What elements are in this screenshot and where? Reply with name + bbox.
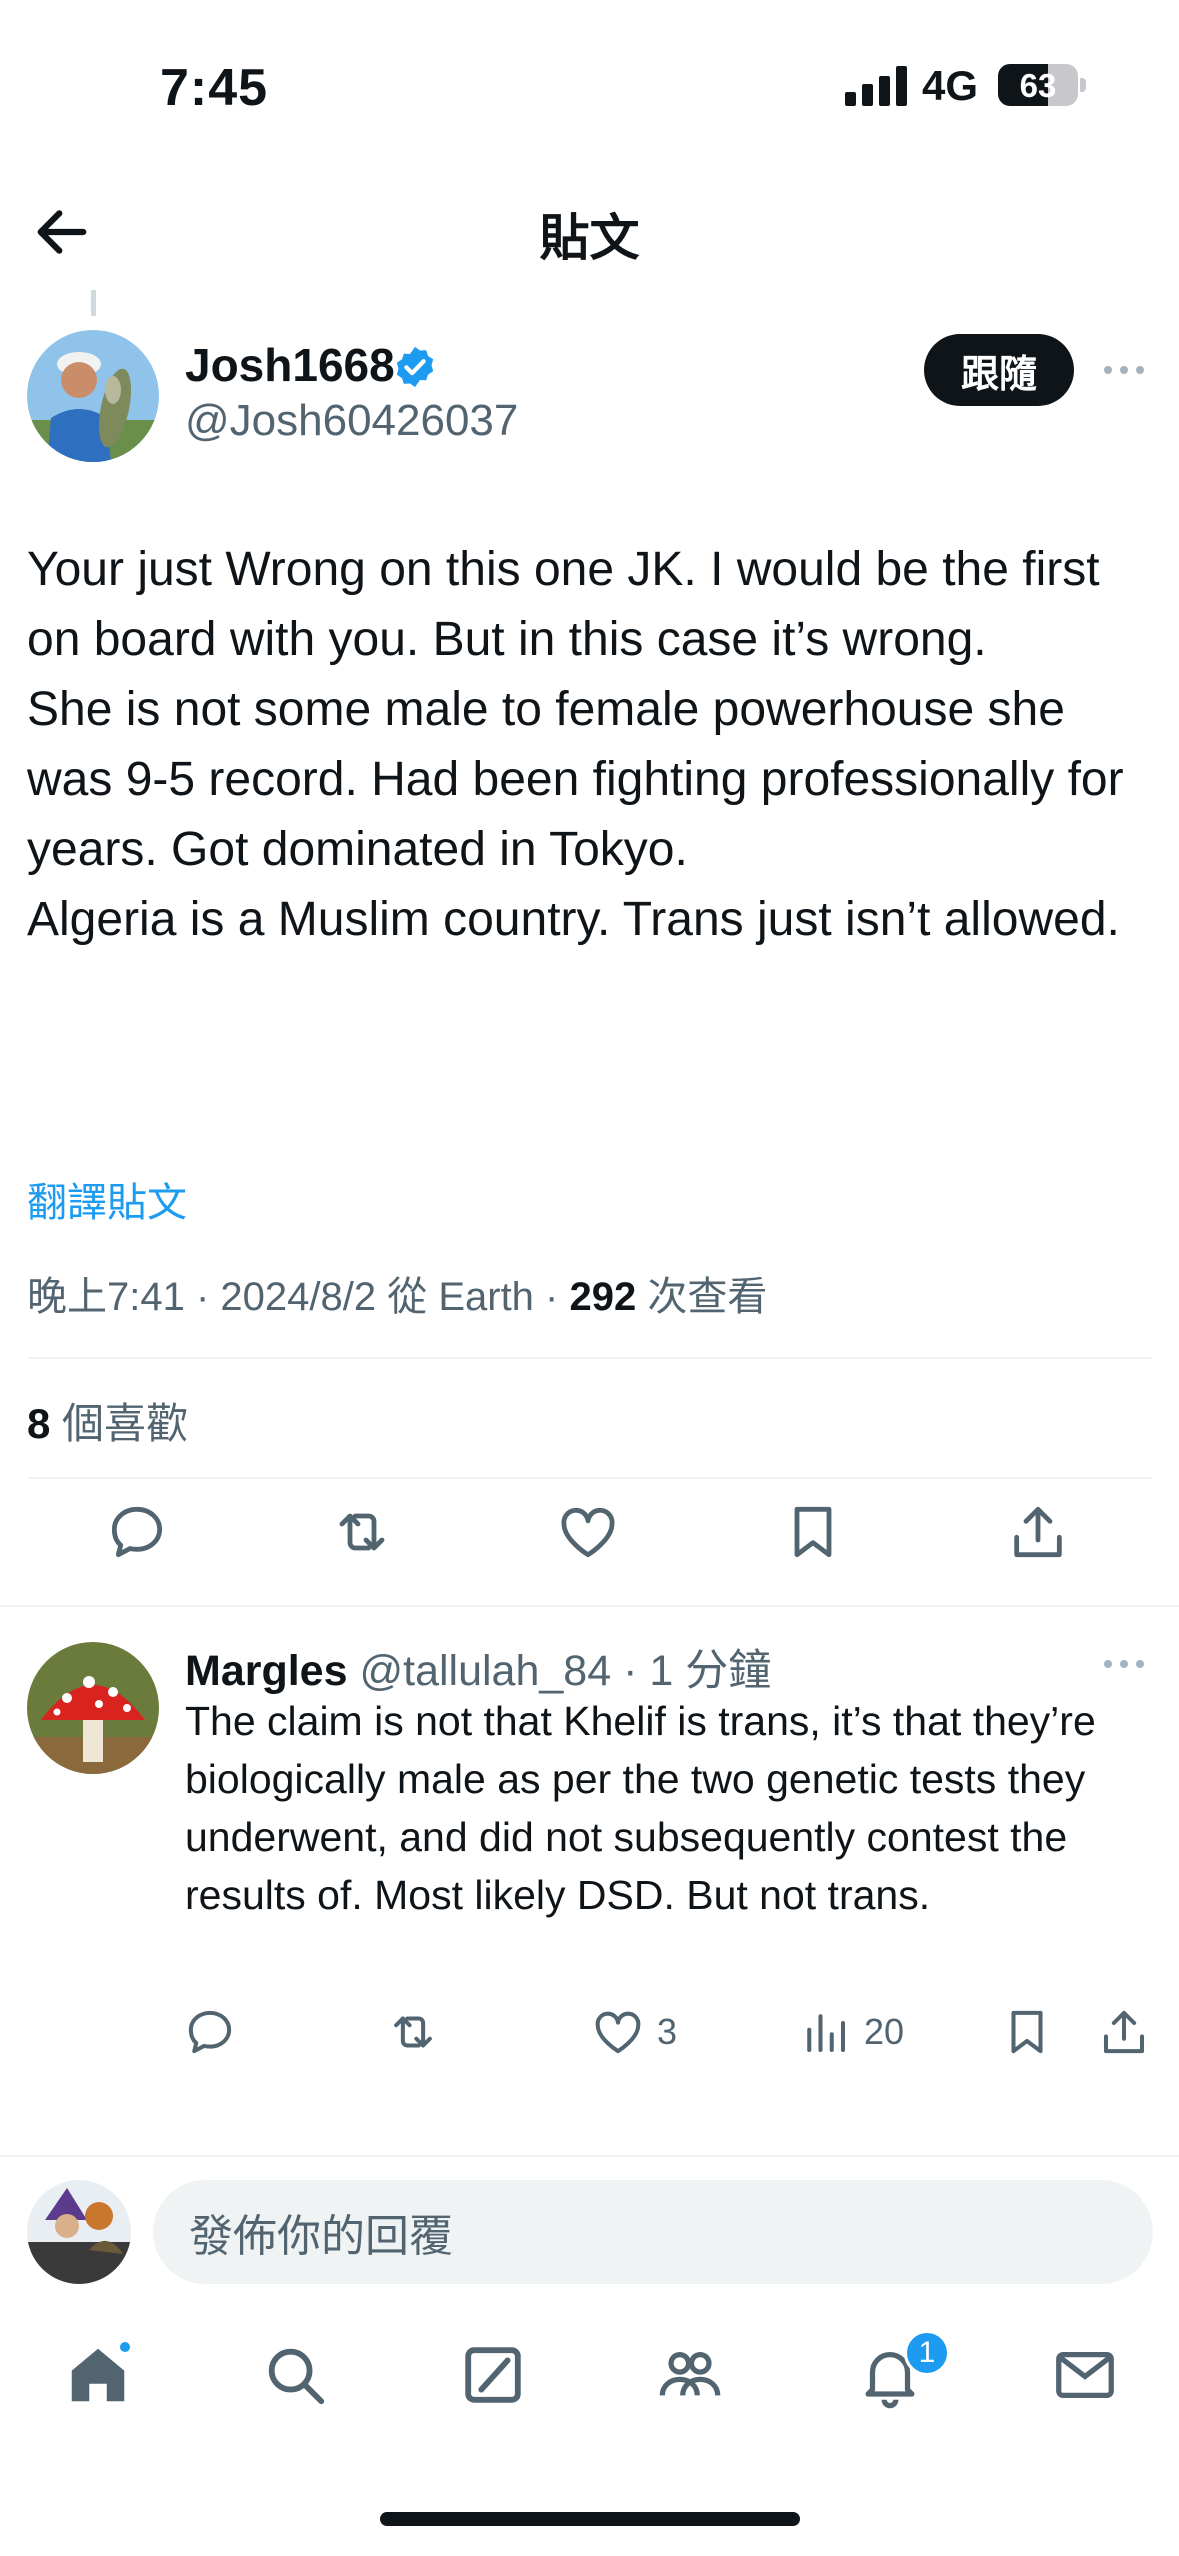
translate-post-link[interactable]: 翻譯貼文	[27, 1170, 187, 1228]
share-icon[interactable]	[1006, 1500, 1070, 1564]
bookmark-icon[interactable]	[781, 1500, 845, 1564]
like-icon	[595, 2011, 641, 2054]
battery-nub	[1080, 78, 1086, 92]
reply-author-handle[interactable]: @tallulah_84	[359, 1647, 611, 1695]
share-icon	[1103, 2010, 1145, 2054]
reply-avatar[interactable]	[27, 1642, 159, 1774]
page-title: 貼文	[539, 210, 640, 266]
reply-views-button[interactable]: 20	[798, 2004, 904, 2060]
page-header: 貼文	[0, 170, 1179, 290]
post-timestamp-source: 晚上7:41 · 2024/8/2 從 Earth ·	[27, 1275, 570, 1319]
divider	[27, 1357, 1152, 1359]
repost-icon	[394, 2016, 432, 2048]
grok-icon[interactable]	[458, 2340, 528, 2410]
battery-level: 63	[1019, 67, 1057, 104]
search-icon[interactable]	[260, 2340, 330, 2410]
reply-icon	[188, 2010, 232, 2054]
views-label: 次查看	[636, 1275, 768, 1319]
post-text: Your just Wrong on this one JK. I would …	[27, 543, 1124, 946]
divider	[27, 1477, 1152, 1479]
reply-like-button[interactable]: 3	[591, 2004, 677, 2060]
reply-header: Margles @tallulah_84 · 1 分鐘	[185, 1636, 771, 1698]
battery-icon: 63	[998, 64, 1078, 106]
divider	[0, 1605, 1179, 1607]
author-avatar[interactable]	[27, 330, 159, 462]
views-chart-icon	[807, 2014, 846, 2053]
reply-actions: 3 20	[0, 2004, 1179, 2064]
post-meta: 晚上7:41 · 2024/8/2 從 Earth · 292 次查看	[27, 1264, 767, 1322]
likes-count: 8	[27, 1400, 51, 1447]
status-bar: 7:45 4G 63	[0, 0, 1179, 170]
home-unread-dot	[117, 2339, 133, 2355]
author-handle[interactable]: @Josh60426037	[185, 396, 518, 446]
messages-mail-icon[interactable]	[1050, 2340, 1120, 2410]
reply-text: The claim is not that Khelif is trans, i…	[185, 1698, 1096, 1918]
reply-repost-button[interactable]	[386, 2004, 440, 2060]
bottom-tab-bar	[0, 2330, 1179, 2450]
reply-bookmark-button[interactable]	[1000, 2004, 1054, 2060]
reply-time: · 1 分鐘	[611, 1647, 772, 1695]
reply-reply-button[interactable]	[183, 2004, 237, 2060]
author-name[interactable]: Josh1668	[185, 338, 395, 392]
reply-share-button[interactable]	[1097, 2004, 1151, 2060]
reply-input[interactable]: 發佈你的回覆	[153, 2180, 1153, 2284]
communities-icon[interactable]	[655, 2340, 725, 2410]
reply-like-count: 3	[657, 2011, 678, 2052]
views-count: 292	[569, 1275, 637, 1319]
like-icon[interactable]	[556, 1500, 620, 1564]
reply-author-name[interactable]: Margles	[185, 1647, 348, 1695]
reply-views-count: 20	[864, 2011, 905, 2052]
more-options-icon[interactable]	[1100, 1644, 1148, 1684]
likes-label: 個喜歡	[50, 1400, 189, 1447]
follow-button[interactable]: 跟隨	[924, 334, 1074, 406]
reply-icon[interactable]	[105, 1500, 169, 1564]
repost-icon[interactable]	[330, 1500, 394, 1564]
signal-icon	[845, 66, 909, 106]
more-options-icon[interactable]	[1100, 350, 1148, 390]
verified-badge-icon	[396, 346, 434, 388]
thread-connector	[91, 290, 96, 316]
network-type: 4G	[922, 62, 979, 109]
likes-summary[interactable]: 8 個喜歡	[27, 1390, 188, 1451]
current-user-avatar[interactable]	[27, 2180, 131, 2284]
divider	[0, 2155, 1179, 2157]
bookmark-icon	[1011, 2010, 1043, 2054]
reply-input-placeholder: 發佈你的回覆	[189, 2212, 453, 2261]
post-actions	[0, 1500, 1179, 1590]
notifications-badge: 1	[904, 2330, 950, 2376]
home-indicator[interactable]	[380, 2512, 800, 2526]
status-time: 7:45	[160, 59, 269, 117]
